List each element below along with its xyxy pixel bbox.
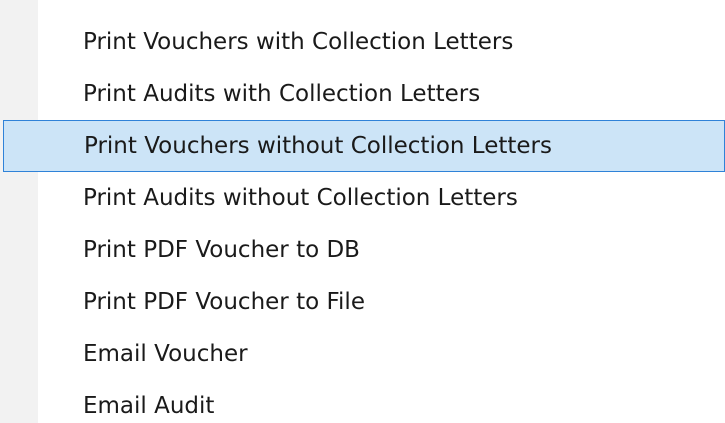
- menu-item-email-audit[interactable]: Email Audit: [0, 380, 725, 423]
- menu-item-print-vouchers-with-collection-letters[interactable]: Print Vouchers with Collection Letters: [0, 16, 725, 68]
- menu-item-print-audits-without-collection-letters[interactable]: Print Audits without Collection Letters: [0, 172, 725, 224]
- menu-item-label: Email Audit: [83, 393, 215, 419]
- menu-item-print-pdf-voucher-to-file[interactable]: Print PDF Voucher to File: [0, 276, 725, 328]
- menu-list: Print Vouchers with Collection Letters P…: [0, 16, 725, 423]
- menu-item-print-vouchers-without-collection-letters[interactable]: Print Vouchers without Collection Letter…: [3, 120, 725, 172]
- menu-item-label: Print PDF Voucher to File: [83, 289, 365, 315]
- menu-item-print-pdf-voucher-to-db[interactable]: Print PDF Voucher to DB: [0, 224, 725, 276]
- menu-item-label: Print Audits with Collection Letters: [83, 81, 481, 107]
- menu-item-print-audits-with-collection-letters[interactable]: Print Audits with Collection Letters: [0, 68, 725, 120]
- menu-item-label: Email Voucher: [83, 341, 248, 367]
- menu-item-label: Print PDF Voucher to DB: [83, 237, 360, 263]
- context-menu: Print Vouchers with Collection Letters P…: [0, 0, 725, 423]
- menu-item-label: Print Vouchers without Collection Letter…: [84, 133, 552, 159]
- menu-item-label: Print Audits without Collection Letters: [83, 185, 518, 211]
- menu-item-email-voucher[interactable]: Email Voucher: [0, 328, 725, 380]
- menu-item-label: Print Vouchers with Collection Letters: [83, 29, 514, 55]
